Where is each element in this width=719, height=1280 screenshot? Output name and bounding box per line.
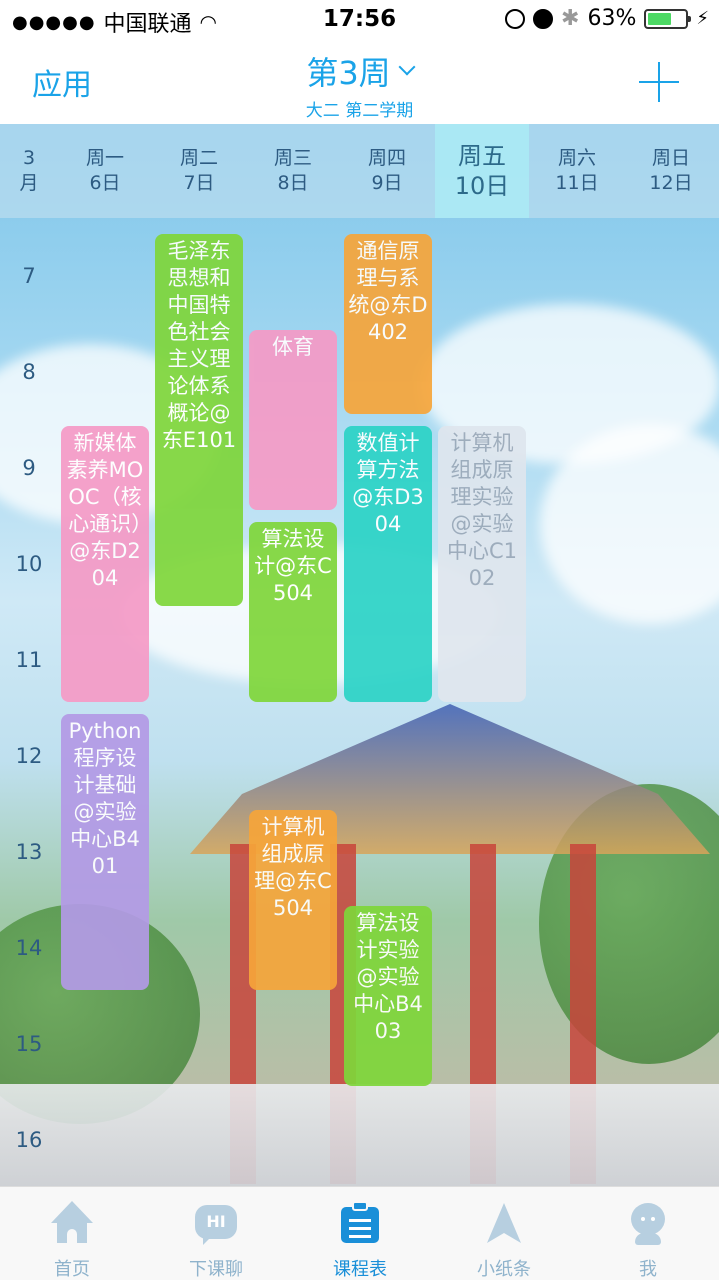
tab-me[interactable]: 我 [576, 1187, 719, 1280]
profile-icon [625, 1201, 671, 1245]
course-block[interactable]: 算法设计实验@实验中心B403 [344, 906, 432, 1086]
hour-label: 10 [15, 552, 43, 576]
course-block[interactable]: 新媒体素养MOOC（核心通识）@东D204 [61, 426, 149, 702]
course-block[interactable]: Python程序设计基础@实验中心B401 [61, 714, 149, 990]
tab-home[interactable]: 首页 [0, 1187, 144, 1280]
nav-bar: 应用 第3周 大二 第二学期 [0, 40, 719, 124]
hour-label: 8 [22, 360, 36, 384]
hour-label: 16 [15, 1128, 43, 1152]
paper-plane-icon [481, 1201, 527, 1243]
charging-icon: ⚡ [696, 8, 709, 29]
tab-chat[interactable]: HI 下课聊 [144, 1187, 288, 1280]
rotation-lock-icon [505, 8, 526, 29]
week-selector[interactable]: 第3周 大二 第二学期 [0, 48, 719, 121]
hour-label: 12 [15, 744, 43, 768]
alarm-icon [533, 8, 554, 29]
day-column-wed[interactable]: 周三 8日 [246, 124, 340, 218]
week-label: 第3周 [306, 54, 391, 92]
course-block[interactable]: 计算机组成原理@东C504 [249, 810, 337, 990]
day-column-sun[interactable]: 周日 12日 [624, 124, 718, 218]
home-icon [49, 1201, 95, 1243]
status-bar: ●●●●● 中国联通 ◠ 17:56 ✱ 63% ⚡ [0, 0, 719, 40]
bluetooth-icon: ✱ [561, 6, 580, 31]
month-label: 3 月 [19, 147, 39, 194]
course-block[interactable]: 毛泽东思想和中国特色社会主义理论体系概论@东E101 [155, 234, 243, 606]
hour-label: 15 [15, 1032, 43, 1056]
add-course-button[interactable] [639, 62, 679, 102]
day-column-tue[interactable]: 周二 7日 [152, 124, 246, 218]
hour-label: 9 [22, 456, 36, 480]
course-block[interactable]: 算法设计@东C504 [249, 522, 337, 702]
hour-label: 7 [22, 264, 36, 288]
course-block[interactable]: 计算机组成原理实验@实验中心C102 [438, 426, 526, 702]
chat-icon: HI [193, 1201, 239, 1245]
course-block[interactable]: 体育 [249, 330, 337, 510]
day-column-sat[interactable]: 周六 11日 [530, 124, 624, 218]
day-column-thu[interactable]: 周四 9日 [340, 124, 434, 218]
schedule-icon [337, 1201, 383, 1243]
hour-label: 11 [15, 648, 43, 672]
tab-bar: 首页 HI 下课聊 课程表 小纸条 我 [0, 1186, 719, 1280]
battery-icon [644, 8, 692, 29]
chevron-down-icon [398, 58, 416, 76]
course-block[interactable]: 通信原理与系统@东D402 [344, 234, 432, 414]
tab-schedule[interactable]: 课程表 [288, 1187, 432, 1280]
hour-label: 14 [15, 936, 43, 960]
tab-notes[interactable]: 小纸条 [432, 1187, 576, 1280]
day-header: 3 月 周一 6日 周二 7日 周三 8日 周四 9日 周五 10日 周六 11日 周日 12… [0, 124, 719, 218]
course-block[interactable]: 数值计算方法@东D304 [344, 426, 432, 702]
term-label: 大二 第二学期 [305, 101, 414, 121]
day-column-mon[interactable]: 周一 6日 [58, 124, 152, 218]
battery-percent: 63% [587, 6, 637, 31]
hour-label: 13 [15, 840, 43, 864]
day-column-fri-today[interactable]: 周五 10日 [435, 124, 529, 218]
